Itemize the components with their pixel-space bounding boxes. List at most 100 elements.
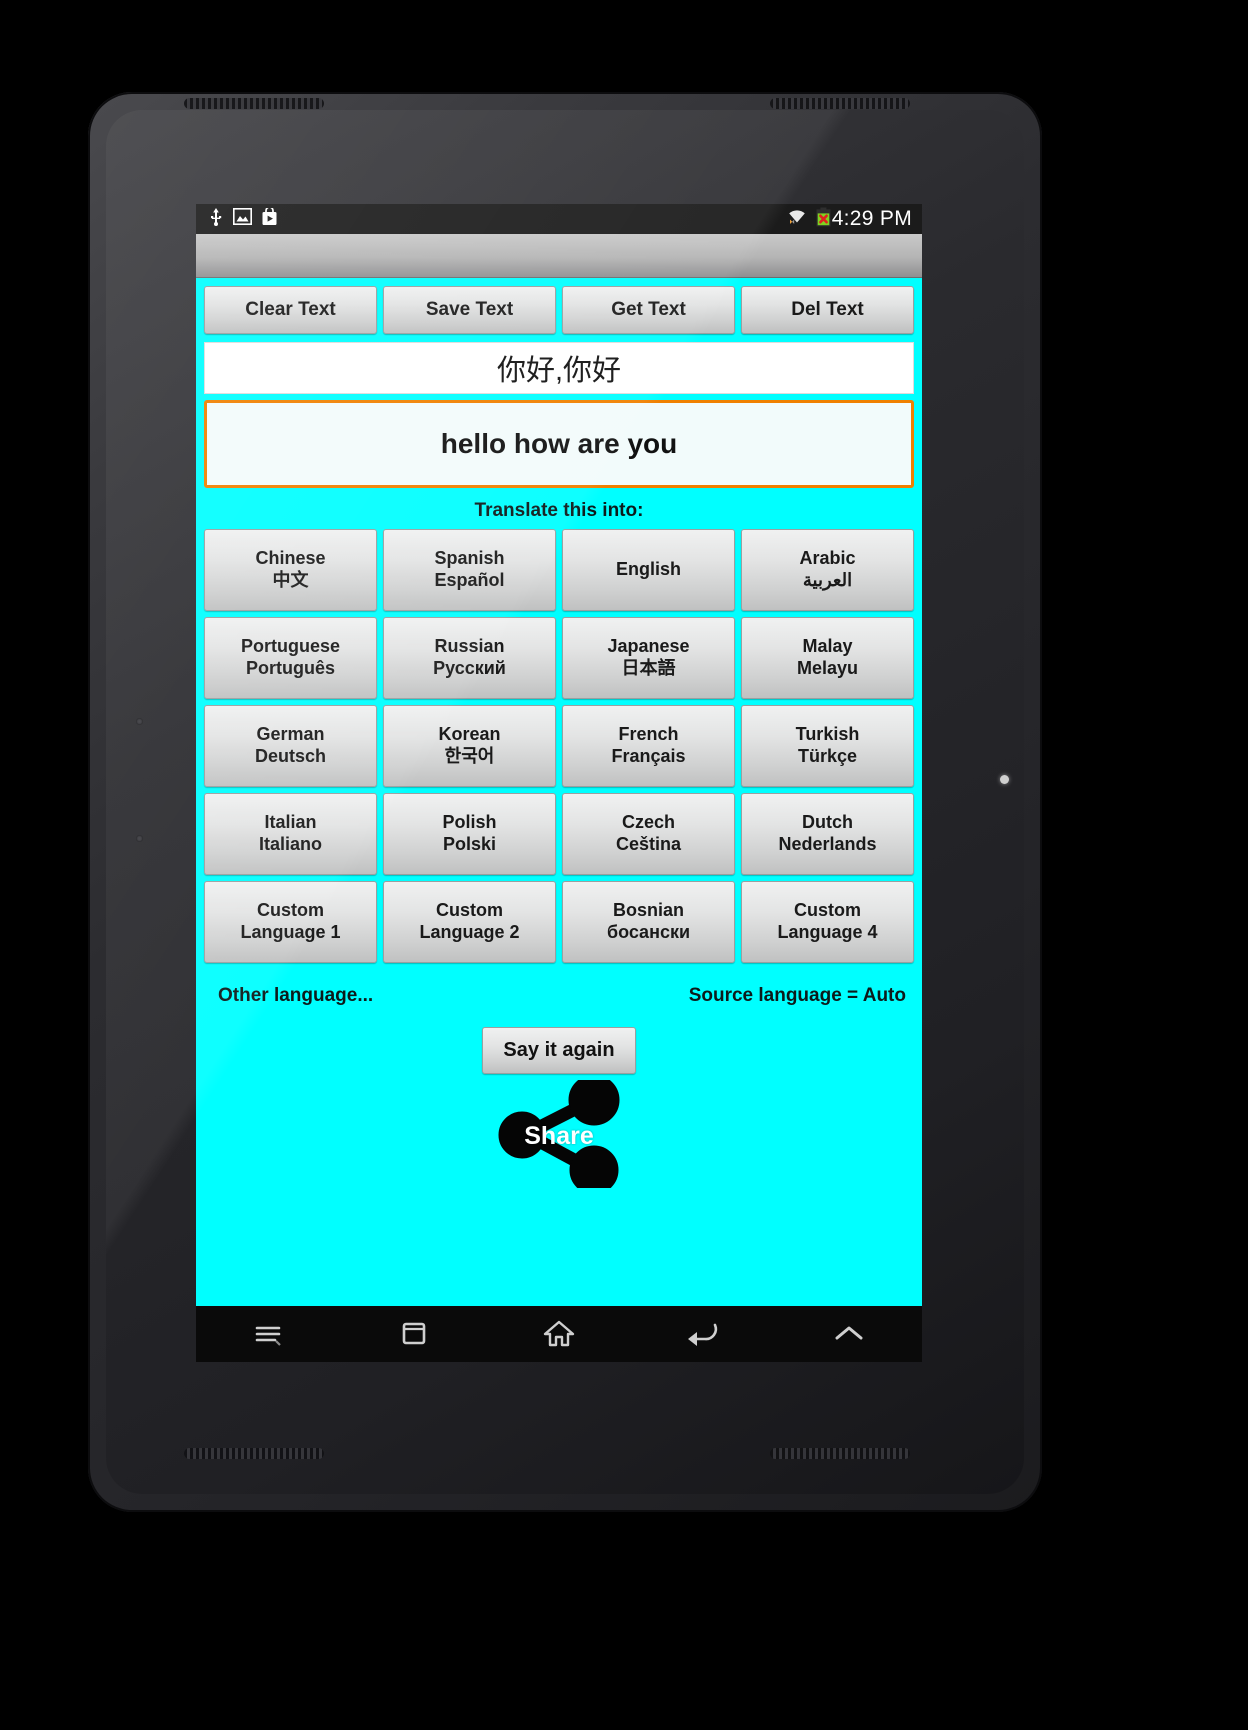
share-button[interactable]: Share	[196, 1074, 922, 1195]
language-button[interactable]: Custom Language 2	[383, 880, 556, 963]
language-name-native: Melayu	[796, 657, 859, 678]
language-name-primary: Korean	[438, 723, 501, 744]
front-camera-icon	[1000, 775, 1009, 784]
language-button[interactable]: Russian Русский	[383, 616, 556, 699]
text-action-toolbar: Clear Text Save Text Get Text Del Text	[196, 278, 922, 334]
language-name-native: Language 1	[240, 921, 341, 942]
language-name-primary: Malay	[802, 635, 853, 656]
language-name-primary: Russian	[434, 635, 505, 656]
language-name-native: Türkçe	[797, 745, 858, 766]
back-button[interactable]	[632, 1319, 777, 1349]
language-name-primary: Italian	[264, 811, 317, 832]
language-name-native: босански	[606, 921, 691, 942]
language-name-primary: Japanese	[607, 635, 690, 656]
language-button[interactable]: Custom Language 4	[741, 880, 914, 963]
app-install-icon	[261, 205, 278, 231]
language-name-primary: English	[615, 558, 681, 579]
language-button[interactable]: Malay Melayu	[741, 616, 914, 699]
footer-row: Other language... Source language = Auto	[196, 963, 922, 1007]
language-name-primary: Custom	[257, 899, 324, 920]
language-name-native: العربية	[802, 569, 853, 590]
language-button[interactable]: Italian Italiano	[204, 792, 377, 875]
device-screen: 4:29 PM Clear Text Save Text Get Text De…	[196, 204, 922, 1362]
wifi-icon	[786, 207, 808, 232]
clear-text-button[interactable]: Clear Text	[204, 286, 377, 334]
say-it-again-button[interactable]: Say it again	[482, 1026, 636, 1074]
del-text-button[interactable]: Del Text	[741, 286, 914, 334]
share-label: Share	[524, 1122, 594, 1151]
language-button[interactable]: Custom Language 1	[204, 880, 377, 963]
language-button[interactable]: French Français	[562, 704, 735, 787]
language-button[interactable]: English	[562, 528, 735, 611]
language-name-primary: Portuguese	[240, 635, 341, 656]
language-name-primary: French	[618, 723, 679, 744]
language-name-primary: German	[256, 723, 325, 744]
status-bar-clock: 4:29 PM	[831, 207, 912, 230]
language-name-primary: Custom	[794, 899, 861, 920]
side-port-dot-lower	[136, 835, 143, 842]
language-name-native: 日本語	[621, 657, 676, 678]
language-name-primary: Turkish	[795, 723, 860, 744]
speaker-grille-top-right	[770, 98, 910, 109]
language-button[interactable]: Portuguese Português	[204, 616, 377, 699]
language-name-native: Español	[434, 569, 505, 590]
status-bar-left-icons	[208, 205, 278, 231]
menu-button[interactable]	[196, 1321, 341, 1347]
image-icon	[233, 208, 252, 230]
language-name-native: Deutsch	[254, 745, 326, 766]
speaker-grille-bottom-right	[770, 1448, 910, 1459]
speaker-grille-bottom-left	[184, 1448, 324, 1459]
language-name-native: 한국어	[444, 745, 495, 766]
app-content: Clear Text Save Text Get Text Del Text 你…	[196, 278, 922, 1195]
language-button[interactable]: Spanish Español	[383, 528, 556, 611]
recents-button[interactable]	[341, 1319, 486, 1349]
language-name-primary: Bosnian	[612, 899, 684, 920]
battery-error-icon	[815, 207, 832, 232]
language-name-native: 中文	[272, 569, 309, 590]
app-action-bar	[196, 234, 922, 278]
language-name-primary: Polish	[442, 811, 497, 832]
say-again-row: Say it again	[196, 1007, 922, 1074]
language-button[interactable]: Bosnian босански	[562, 880, 735, 963]
language-button[interactable]: Turkish Türkçe	[741, 704, 914, 787]
language-name-native: Ceština	[615, 833, 682, 854]
translation-output-field[interactable]: 你好,你好	[204, 341, 914, 394]
language-button[interactable]: Japanese 日本語	[562, 616, 735, 699]
language-name-native: Français	[611, 745, 686, 766]
language-name-primary: Spanish	[434, 547, 505, 568]
language-name-native: Português	[245, 657, 335, 678]
source-language-label[interactable]: Source language = Auto	[689, 985, 906, 1007]
save-text-button[interactable]: Save Text	[383, 286, 556, 334]
language-button[interactable]: Korean 한국어	[383, 704, 556, 787]
language-button[interactable]: Czech Ceština	[562, 792, 735, 875]
language-name-native: Русский	[433, 657, 506, 678]
language-button[interactable]: Dutch Nederlands	[741, 792, 914, 875]
side-port-dot-upper	[136, 718, 143, 725]
language-name-primary: Czech	[621, 811, 675, 832]
language-name-primary: Chinese	[255, 547, 326, 568]
language-name-primary: Dutch	[802, 811, 853, 832]
expand-up-button[interactable]	[777, 1321, 922, 1347]
language-button[interactable]: Chinese 中文	[204, 528, 377, 611]
language-name-native: Nederlands	[778, 833, 877, 854]
other-language-link[interactable]: Other language...	[218, 985, 373, 1007]
get-text-button[interactable]: Get Text	[562, 286, 735, 334]
usb-icon	[208, 207, 224, 231]
language-button[interactable]: German Deutsch	[204, 704, 377, 787]
status-bar: 4:29 PM	[196, 204, 922, 234]
system-navigation-bar	[196, 1306, 922, 1362]
language-name-native: Polski	[442, 833, 497, 854]
translation-input-field[interactable]: hello how are you	[204, 399, 914, 488]
language-name-primary: Custom	[436, 899, 503, 920]
language-grid: Chinese 中文 Spanish Español English Arabic العر…	[196, 528, 922, 963]
status-bar-right-icons	[786, 207, 832, 232]
speaker-grille-top-left	[184, 98, 324, 109]
language-name-native: Italiano	[258, 833, 322, 854]
language-button[interactable]: Arabic العربية	[741, 528, 914, 611]
language-name-native: Language 2	[419, 921, 520, 942]
home-button[interactable]	[486, 1318, 631, 1350]
language-name-native: Language 4	[777, 921, 878, 942]
screenshot-root: 4:29 PM Clear Text Save Text Get Text De…	[0, 0, 1248, 1730]
translate-into-label: Translate this into:	[474, 499, 644, 521]
language-button[interactable]: Polish Polski	[383, 792, 556, 875]
